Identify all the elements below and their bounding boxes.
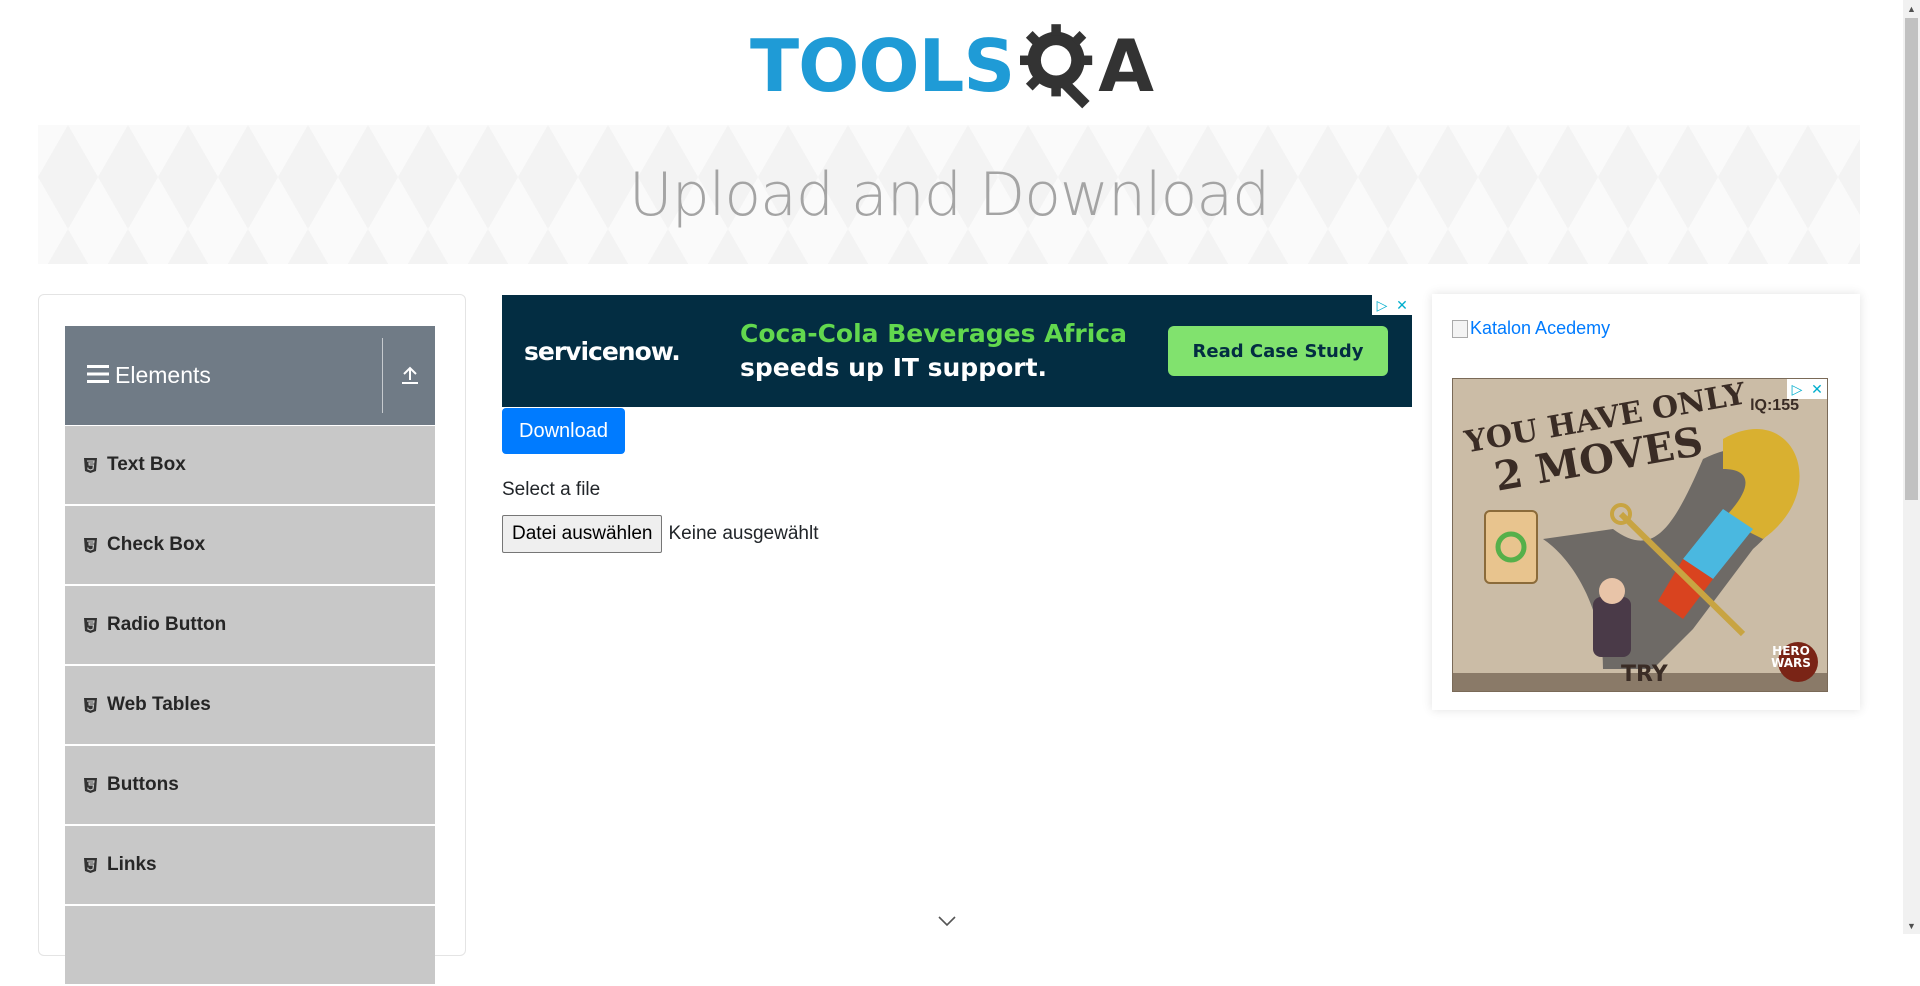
game-ad-level: lQ:155: [1750, 397, 1799, 414]
sidebar-item-buttons[interactable]: Buttons: [65, 746, 435, 826]
elements-menu: Text Box Check Box Radio Button Web Tabl…: [65, 426, 435, 986]
scroll-down-arrow-icon[interactable]: ▼: [1903, 917, 1920, 934]
ad-brand: servicenow.: [524, 336, 681, 366]
html5-icon: [83, 537, 97, 553]
page-banner: Upload and Download: [38, 125, 1860, 264]
ad-headline: Coca-Cola Beverages Africa speeds up IT …: [740, 317, 1170, 385]
sidebar-item-label: Web Tables: [107, 694, 211, 715]
ad-choices: ▷ ✕: [1372, 295, 1412, 315]
servicenow-ad[interactable]: servicenow. Coca-Cola Beverages Africa s…: [502, 295, 1412, 407]
left-sidebar: Elements Text Box Check Box Radio Button…: [38, 294, 466, 986]
sidebar-item-check-box[interactable]: Check Box: [65, 506, 435, 586]
html5-icon: [83, 617, 97, 633]
group-title: Elements: [115, 362, 211, 388]
adchoices-icon[interactable]: ▷: [1372, 295, 1392, 315]
sidebar-item-text-box[interactable]: Text Box: [65, 426, 435, 506]
close-ad-icon[interactable]: ✕: [1392, 295, 1412, 315]
select-file-label: Select a file: [502, 479, 601, 500]
collapse-up-icon[interactable]: [395, 357, 425, 393]
sidebar-item-label: Check Box: [107, 534, 206, 555]
broken-image-icon: [1452, 319, 1468, 338]
html5-icon: [83, 857, 97, 873]
game-ad-headline: YOU HAVE ONLY 2 MOVES: [1462, 379, 1748, 500]
file-status-text: Keine ausgewählt: [668, 523, 819, 544]
sidebar-item-web-tables[interactable]: Web Tables: [65, 666, 435, 746]
chevron-down-icon[interactable]: [937, 914, 957, 928]
sidebar-item-label: Radio Button: [107, 614, 227, 635]
ad-headline-line1: Coca-Cola Beverages Africa: [740, 319, 1127, 348]
sidebar-item-next[interactable]: [65, 906, 435, 986]
hero-wars-badge: HERO WARS: [1771, 644, 1811, 670]
html5-icon: [83, 457, 97, 473]
html5-icon: [83, 777, 97, 793]
group-header-elements[interactable]: Elements: [65, 326, 435, 425]
hamburger-icon: [87, 360, 109, 391]
logo-text-tools: TOOLS: [750, 24, 1015, 108]
page-title: Upload and Download: [628, 159, 1271, 230]
gear-magnifier-icon: [1020, 24, 1093, 109]
sidebar-item-label: Buttons: [107, 774, 179, 795]
sidebar-item-links[interactable]: Links: [65, 826, 435, 906]
sidebar-item-label: Text Box: [107, 454, 186, 475]
game-ad[interactable]: YOU HAVE ONLY 2 MOVES lQ:155 TRY HERO WA…: [1452, 378, 1828, 692]
right-ad-column: Katalon Acedemy YOU HAVE ONLY 2 MOVES lQ…: [1432, 294, 1860, 710]
sidebar-item-radio-button[interactable]: Radio Button: [65, 586, 435, 666]
header-divider: [382, 338, 383, 413]
ad-choices: ▷ ✕: [1787, 379, 1827, 399]
toolsqa-logo[interactable]: TOOLS A: [750, 18, 1154, 114]
html5-icon: [83, 697, 97, 713]
katalon-link-text[interactable]: Katalon Acedemy: [1470, 318, 1610, 339]
adchoices-icon[interactable]: ▷: [1787, 379, 1807, 399]
choose-file-button[interactable]: Datei auswählen: [502, 515, 663, 553]
ad-headline-line2: speeds up IT support.: [740, 353, 1048, 382]
katalon-academy-link[interactable]: Katalon Acedemy: [1452, 318, 1610, 339]
file-upload-input[interactable]: Datei auswählen Keine ausgewählt: [502, 515, 818, 553]
game-ad-try[interactable]: TRY: [1621, 662, 1668, 687]
download-button[interactable]: Download: [502, 408, 625, 454]
scrollbar-thumb[interactable]: [1905, 18, 1918, 500]
logo-text-a: A: [1098, 24, 1154, 108]
scroll-up-arrow-icon[interactable]: ▲: [1903, 0, 1920, 17]
close-ad-icon[interactable]: ✕: [1807, 379, 1827, 399]
read-case-study-button[interactable]: Read Case Study: [1168, 326, 1388, 376]
page-scrollbar[interactable]: ▲ ▼: [1903, 0, 1920, 934]
sidebar-item-label: Links: [107, 854, 157, 875]
